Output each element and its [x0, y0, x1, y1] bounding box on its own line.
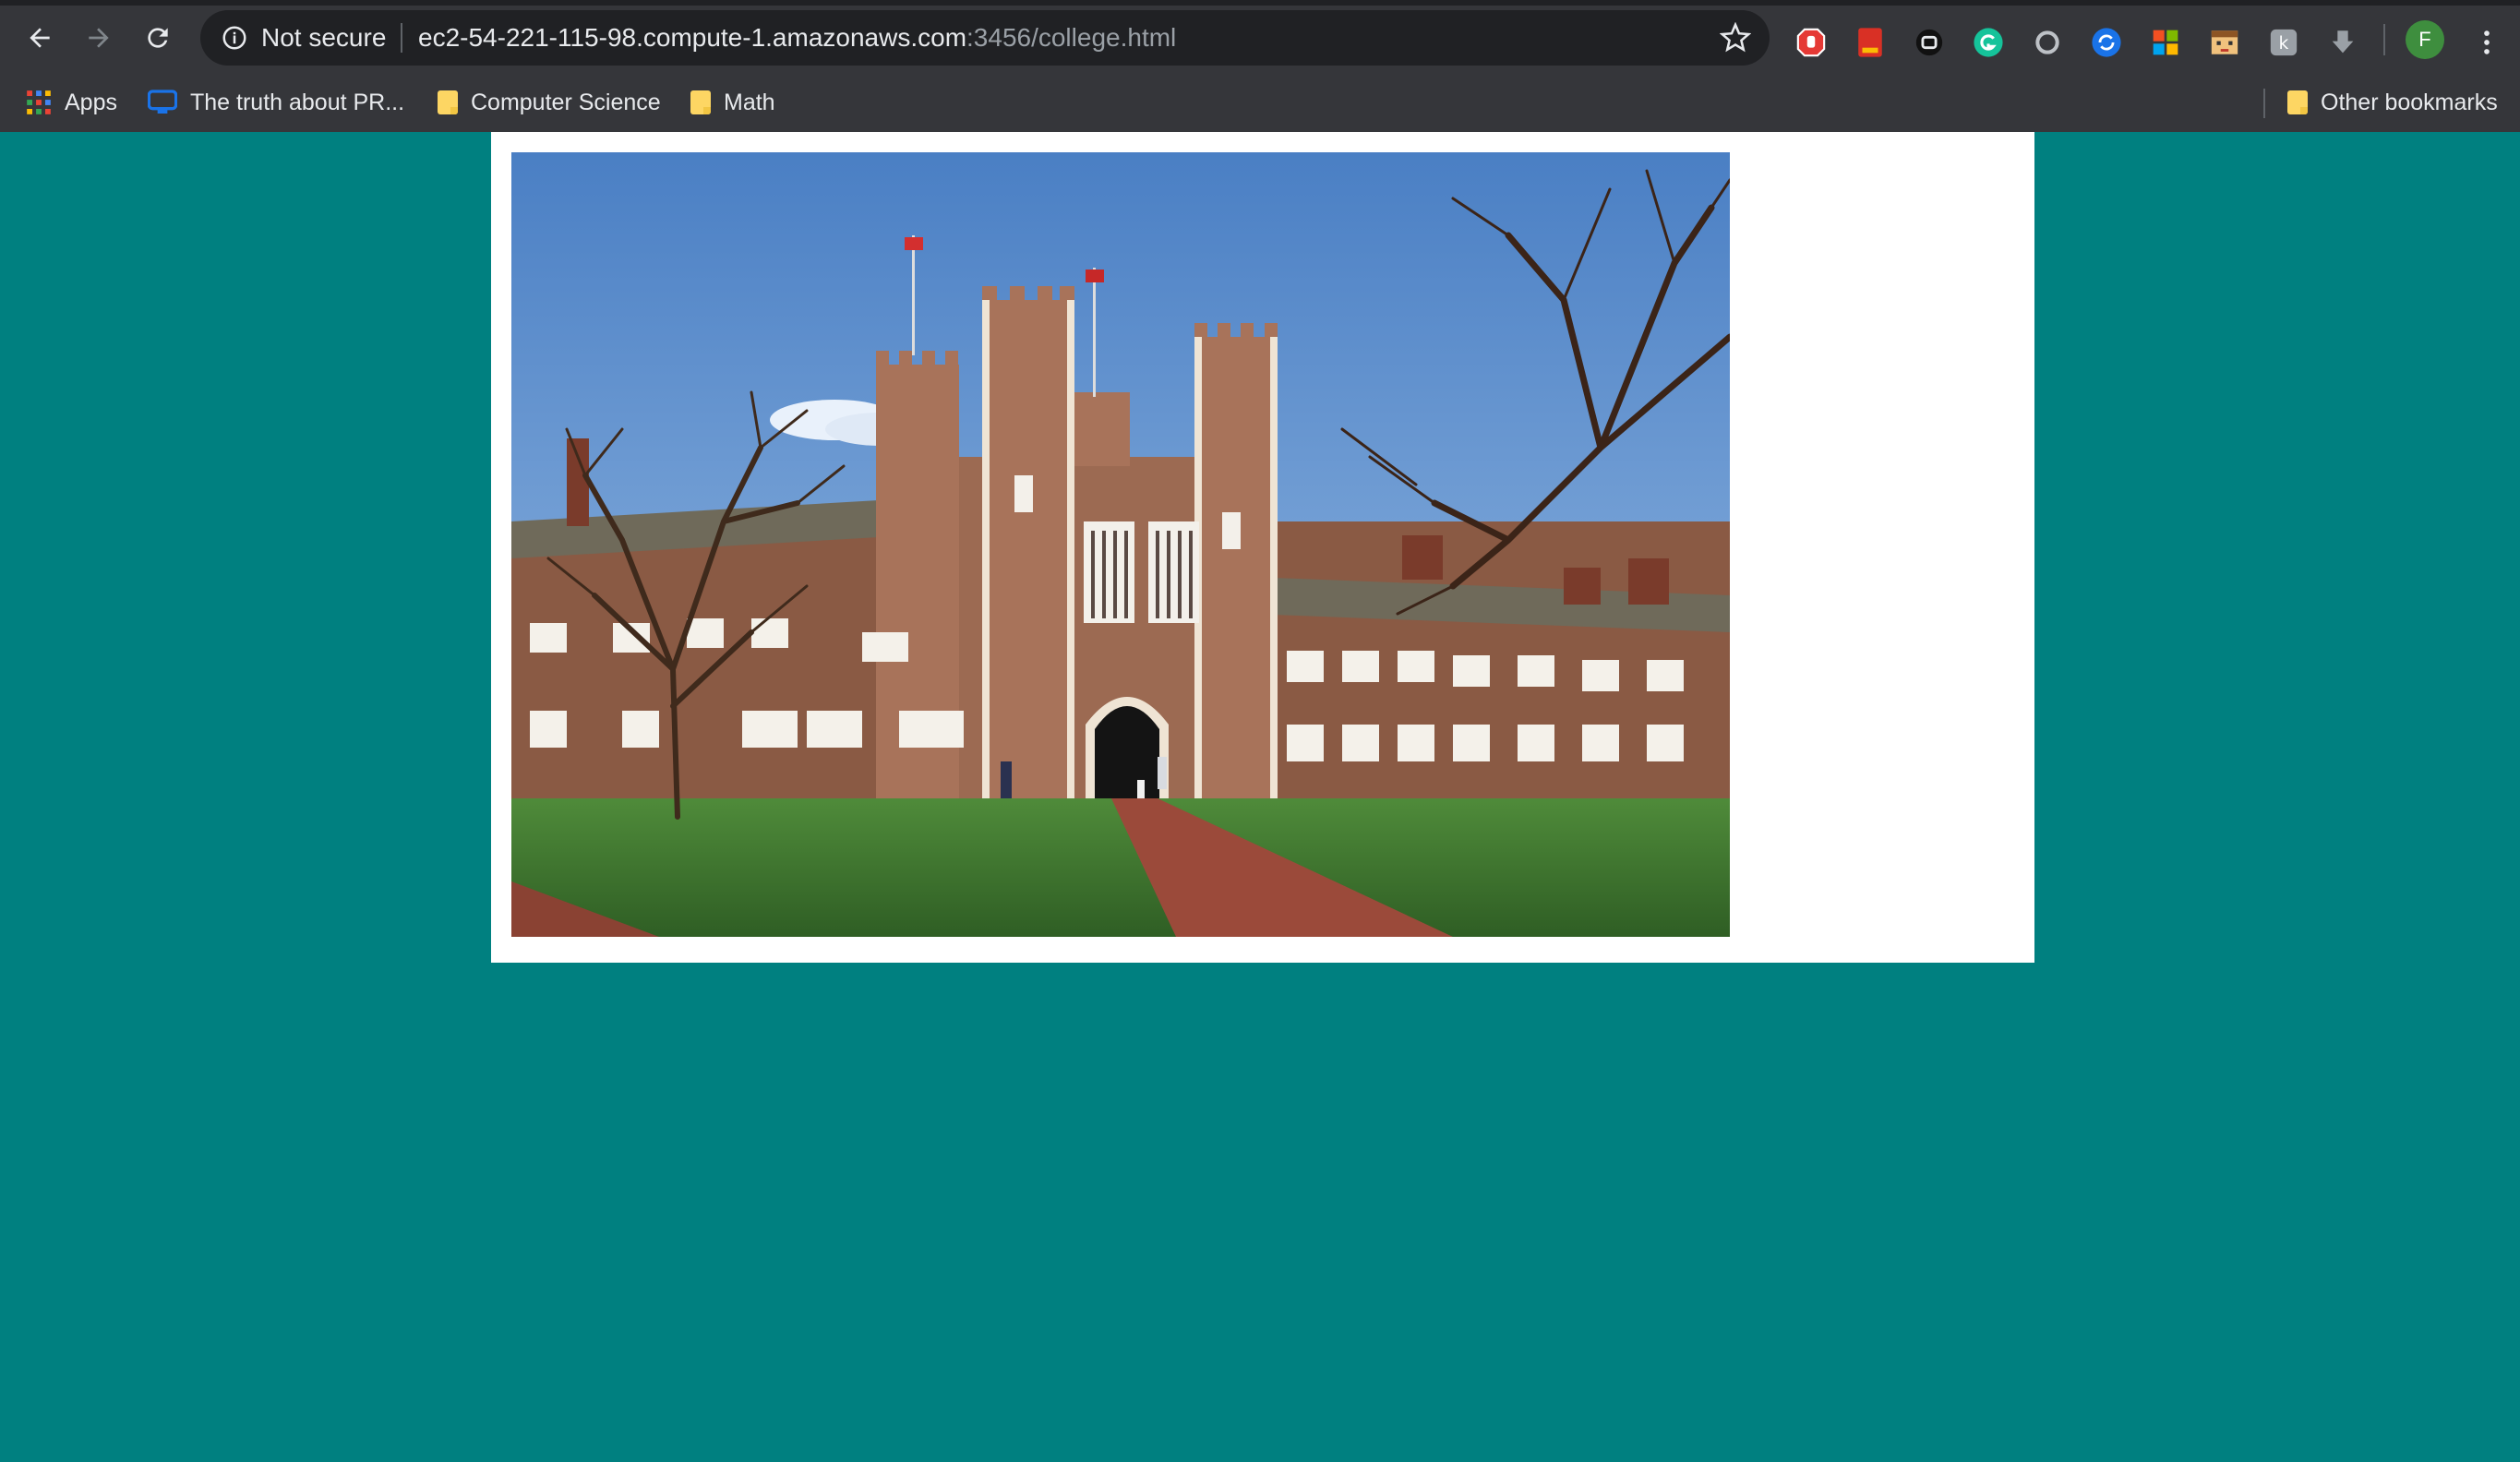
profile-avatar[interactable]: F [2406, 20, 2444, 59]
url-host: ec2-54-221-115-98.compute-1.amazonaws.co… [418, 23, 967, 52]
bookmark-label: The truth about PR... [190, 89, 405, 115]
microsoft-extension[interactable] [2149, 26, 2182, 59]
bookmark-math[interactable]: Math [690, 85, 775, 120]
security-label[interactable]: Not secure [261, 23, 386, 53]
download-extension[interactable] [2326, 26, 2359, 59]
circle-extension-icon [2035, 30, 2059, 54]
circle-extension[interactable] [2031, 26, 2064, 59]
back-button[interactable] [17, 15, 63, 61]
pixel-face-extension[interactable] [2208, 26, 2241, 59]
bookmarks-bar: Apps The truth about PR... Computer Scie… [0, 76, 2520, 129]
microsoft-icon [2153, 30, 2178, 55]
svg-text:k: k [2279, 34, 2289, 54]
bookmark-label: Computer Science [471, 89, 661, 115]
grammarly-icon [1974, 28, 2003, 57]
info-icon[interactable] [221, 24, 248, 52]
download-icon [2332, 30, 2354, 54]
bookmarks-divider [2263, 89, 2265, 118]
profile-initial: F [2418, 28, 2431, 51]
folder-icon [690, 90, 711, 114]
refresh-extension[interactable] [2090, 26, 2123, 59]
forward-button[interactable] [76, 15, 122, 61]
pixel-face-icon [2211, 30, 2238, 54]
url-text[interactable]: ec2-54-221-115-98.compute-1.amazonaws.co… [418, 23, 1176, 53]
translate-icon: k [2270, 29, 2298, 56]
refresh-extension-icon [2092, 28, 2121, 57]
apps-grid-icon [27, 90, 51, 114]
college-building-image [511, 152, 1730, 937]
toolbar-divider [2383, 24, 2385, 55]
bookmark-label: Math [724, 89, 775, 115]
dark-extension[interactable] [1913, 26, 1946, 59]
url-path: :3456/college.html [966, 23, 1177, 52]
browser-chrome: Not secure ec2-54-221-115-98.compute-1.a… [0, 0, 2520, 132]
bookmark-apps[interactable]: Apps [26, 85, 117, 120]
page-content-box [491, 132, 2034, 963]
omnibox-separator [401, 23, 402, 53]
reload-icon [148, 28, 168, 48]
pdf-extension[interactable] [1854, 26, 1887, 59]
menu-icon [2484, 30, 2490, 54]
folder-icon [438, 90, 458, 114]
bookmark-star-icon[interactable] [1720, 22, 1751, 54]
browser-menu-button[interactable] [2470, 26, 2503, 59]
pdf-icon [1858, 28, 1882, 57]
bookmark-truth-about-pr[interactable]: The truth about PR... [148, 85, 404, 120]
bookmark-other-label: Other bookmarks [2321, 89, 2498, 115]
folder-icon [2287, 90, 2308, 114]
bookmark-other[interactable]: Other bookmarks [2287, 85, 2498, 120]
college-photo [511, 152, 1730, 937]
reload-button[interactable] [135, 15, 181, 61]
monitor-icon [148, 90, 177, 114]
back-icon [30, 28, 50, 48]
adblock-extension[interactable] [1794, 26, 1828, 59]
adblock-icon [1796, 28, 1826, 57]
grammarly-extension[interactable] [1972, 26, 2005, 59]
bookmark-computer-science[interactable]: Computer Science [438, 85, 661, 120]
bookmark-apps-label: Apps [65, 89, 117, 115]
extension-dark-icon [1915, 29, 1943, 56]
forward-icon [89, 28, 109, 48]
browser-toolbar: Not secure ec2-54-221-115-98.compute-1.a… [0, 6, 2520, 70]
address-bar[interactable]: Not secure ec2-54-221-115-98.compute-1.a… [200, 10, 1770, 66]
translate-extension[interactable]: k [2267, 26, 2300, 59]
